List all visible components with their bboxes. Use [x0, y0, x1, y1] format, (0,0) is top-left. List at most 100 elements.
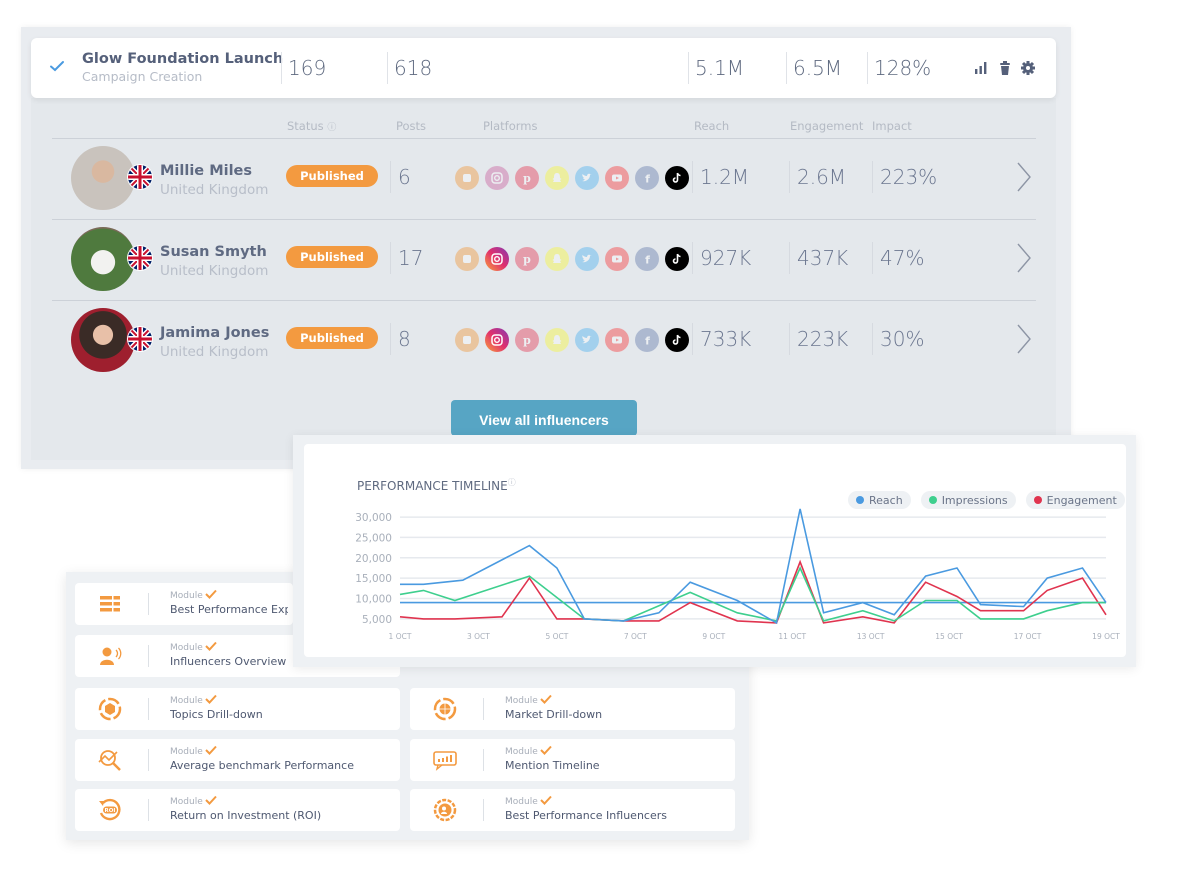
module-card[interactable]: Module Market Drill-down — [410, 688, 735, 730]
column-header-platforms[interactable]: Platforms — [483, 119, 538, 133]
pinterest-icon[interactable]: p — [515, 247, 539, 271]
trash-icon[interactable] — [997, 60, 1013, 76]
blogger-icon[interactable] — [455, 328, 479, 352]
campaign-title: Glow Foundation Launch — [82, 51, 284, 67]
campaign-header[interactable]: Glow Foundation Launch Campaign Creation… — [31, 38, 1056, 98]
divider — [483, 799, 484, 821]
gear-icon[interactable] — [1020, 60, 1036, 76]
chart-title-text: PERFORMANCE TIMELINE — [357, 479, 508, 493]
divider — [148, 645, 149, 667]
column-header-status[interactable]: Status ⓘ — [287, 119, 336, 133]
series-line-impressions — [399, 566, 1106, 622]
snapchat-icon[interactable] — [545, 328, 569, 352]
module-card[interactable]: Module Best Performance Influencers — [410, 789, 735, 831]
module-kicker-label: Module — [170, 591, 203, 601]
influencer-row[interactable]: Jamima Jones United Kingdom Published 8 p f 73… — [52, 301, 1036, 382]
blogger-icon[interactable] — [455, 166, 479, 190]
checkmark-icon — [540, 745, 552, 755]
chevron-right-icon[interactable] — [1016, 323, 1032, 355]
platform-icons: pf — [455, 247, 689, 271]
avatar[interactable] — [71, 146, 135, 210]
roi-icon: ROI — [99, 798, 121, 821]
chart-title: PERFORMANCE TIMELINEⓘ — [357, 477, 516, 493]
avatar[interactable] — [71, 308, 135, 372]
posts-value: 6 — [390, 161, 411, 193]
module-kicker-label: Module — [505, 747, 538, 757]
module-name: Best Performance Exposu — [170, 603, 288, 616]
speaking-person-icon — [100, 647, 122, 665]
module-name: Return on Investment (ROI) — [170, 809, 322, 822]
chevron-right-icon[interactable] — [1016, 242, 1032, 274]
module-kicker: Module — [170, 641, 217, 653]
tiktok-icon[interactable] — [665, 166, 689, 190]
legend-dot — [1033, 496, 1042, 504]
influencer-row[interactable]: Susan Smyth United Kingdom Published 17 p f 92… — [52, 220, 1036, 301]
snapchat-icon[interactable] — [545, 247, 569, 271]
y-tick-label: 5,000 — [362, 614, 392, 626]
x-tick-label: 15 OCT — [935, 632, 963, 641]
snapchat-icon[interactable] — [545, 166, 569, 190]
divider — [483, 749, 484, 771]
pinterest-icon[interactable]: p — [515, 328, 539, 352]
x-tick-label: 7 OCT — [624, 632, 647, 641]
instagram-icon[interactable] — [485, 166, 509, 190]
chevron-right-icon[interactable] — [1016, 161, 1032, 193]
instagram-icon[interactable] — [485, 247, 509, 271]
status-badge: Published — [286, 327, 378, 349]
series-line-reach — [400, 508, 1107, 625]
blogger-icon[interactable] — [455, 247, 479, 271]
svg-text:f: f — [645, 335, 650, 348]
influencer-name[interactable]: Millie Miles — [160, 163, 252, 179]
module-card[interactable]: Module Average benchmark Performance — [75, 739, 400, 781]
influencer-country: United Kingdom — [160, 344, 269, 360]
list-rows-icon — [100, 596, 120, 612]
module-card[interactable]: Module Best Performance Exposu — [75, 583, 293, 625]
module-card[interactable]: Module Mention Timeline — [410, 739, 735, 781]
facebook-icon[interactable]: f — [635, 166, 659, 190]
checkmark-icon — [540, 694, 552, 704]
svg-text:ROI: ROI — [105, 808, 116, 814]
module-card[interactable]: ROI Module Return on Investment (ROI) — [75, 789, 400, 831]
facebook-icon[interactable]: f — [635, 328, 659, 352]
impact-value: 223% — [872, 161, 937, 193]
column-header-posts[interactable]: Posts — [396, 119, 426, 133]
avatar[interactable] — [71, 227, 135, 291]
svg-text:f: f — [645, 254, 650, 267]
chat-bars-icon — [433, 751, 457, 771]
engagement-value: 2.6M — [789, 161, 846, 193]
twitter-icon[interactable] — [575, 166, 599, 190]
youtube-icon[interactable] — [605, 247, 629, 271]
influencer-name[interactable]: Jamima Jones — [160, 325, 269, 341]
module-card[interactable]: Module Topics Drill-down — [75, 688, 400, 730]
pinterest-icon[interactable]: p — [515, 166, 539, 190]
legend-dot — [928, 496, 937, 504]
instagram-icon[interactable] — [485, 328, 509, 352]
influencer-country: United Kingdom — [160, 182, 269, 198]
view-all-influencers-button[interactable]: View all influencers — [451, 400, 637, 436]
column-header-impact[interactable]: Impact — [872, 119, 912, 133]
twitter-icon[interactable] — [575, 247, 599, 271]
tiktok-icon[interactable] — [665, 328, 689, 352]
facebook-icon[interactable]: f — [635, 247, 659, 271]
influencer-name[interactable]: Susan Smyth — [160, 244, 267, 260]
status-badge: Published — [286, 165, 378, 187]
twitter-icon[interactable] — [575, 328, 599, 352]
youtube-icon[interactable] — [605, 328, 629, 352]
posts-value: 17 — [390, 242, 423, 274]
x-tick-label: 11 OCT — [778, 632, 806, 641]
module-kicker: Module — [170, 795, 217, 807]
uk-flag-icon — [128, 246, 152, 270]
module-name: Topics Drill-down — [170, 708, 263, 721]
y-tick-label: 25,000 — [355, 532, 392, 544]
engagement-value: 437K — [789, 242, 848, 274]
youtube-icon[interactable] — [605, 166, 629, 190]
x-tick-label: 5 OCT — [545, 632, 568, 641]
tiktok-icon[interactable] — [665, 247, 689, 271]
column-header-engagement[interactable]: Engagement — [790, 119, 863, 133]
series-line-engagement — [399, 559, 1107, 624]
platform-icons: pf — [455, 328, 689, 352]
uk-flag-icon — [128, 165, 152, 189]
bar-chart-icon[interactable] — [973, 60, 989, 76]
column-header-reach[interactable]: Reach — [694, 119, 729, 133]
influencer-row[interactable]: Millie Miles United Kingdom Published 6 p f 1.… — [52, 139, 1036, 220]
